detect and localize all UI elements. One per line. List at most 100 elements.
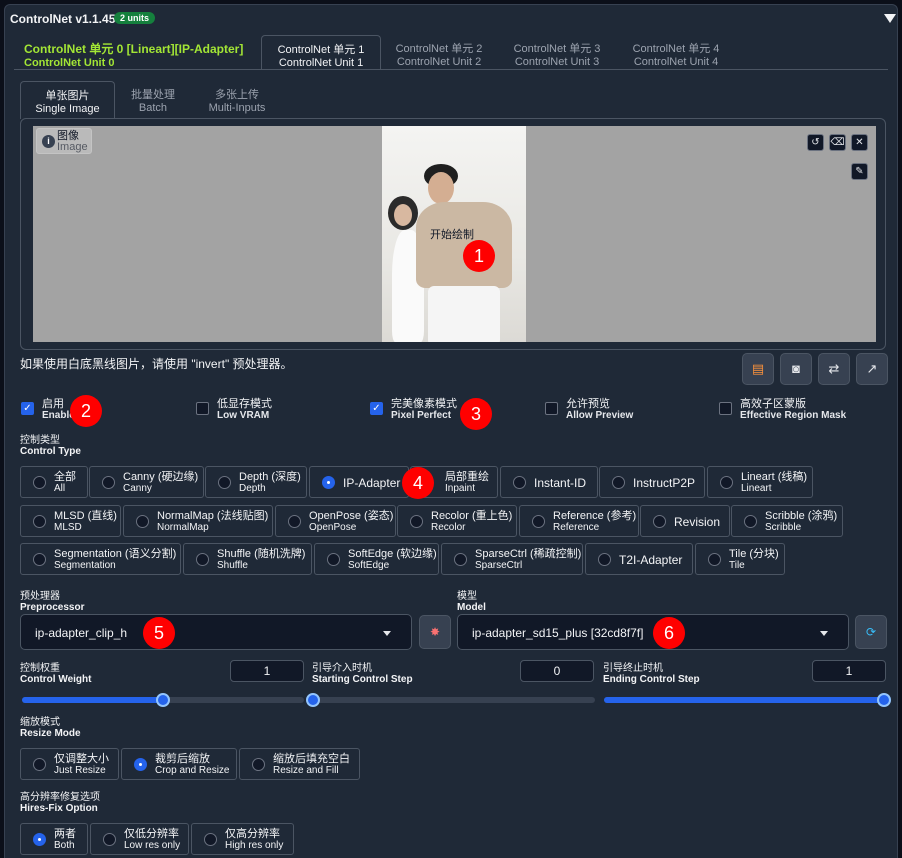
enable-checkbox[interactable]: ✓ [21, 402, 34, 415]
control-type-mlsd-zh: MLSD (直线) [54, 510, 117, 522]
camera-button[interactable]: ◙ [780, 353, 812, 385]
tab-unit-3[interactable]: ControlNet 单元 3 ControlNet Unit 3 [503, 43, 611, 69]
control-type-openpose[interactable]: OpenPose (姿态) OpenPose [275, 505, 396, 537]
control-type-t2i-adapter[interactable]: T2I-Adapter [585, 543, 693, 575]
tab-unit-2-en: ControlNet Unit 2 [396, 56, 482, 68]
brush-icon[interactable]: ✎ [851, 163, 868, 180]
model-value: ip-adapter_sd15_plus [32cd8f7f] [472, 626, 644, 640]
tab-unit-3-en: ControlNet Unit 3 [514, 56, 600, 68]
control-type-lineart[interactable]: Lineart (线稿) Lineart [707, 466, 813, 498]
control-type-sparsectrl[interactable]: SparseCtrl (稀疏控制) SparseCtrl [441, 543, 583, 575]
control-type-softedge[interactable]: SoftEdge (软边缘) SoftEdge [314, 543, 439, 575]
enable-label-zh: 启用 [42, 398, 64, 410]
radio-dot [33, 515, 46, 528]
allow-preview-checkbox[interactable] [545, 402, 558, 415]
ending-step-input[interactable]: 1 [812, 660, 886, 682]
hires-low-res-only-en: Low res only [124, 840, 181, 851]
tab-unit-0[interactable]: ControlNet 单元 0 [Lineart][IP-Adapter] Co… [24, 43, 256, 70]
control-type-shuffle-text: Shuffle (随机洗牌) Shuffle [217, 549, 305, 572]
control-type-shuffle[interactable]: Shuffle (随机洗牌) Shuffle [183, 543, 312, 575]
resize-crop-and-resize[interactable]: 裁剪后缩放 Crop and Resize [121, 748, 237, 780]
slider-thumb[interactable] [877, 693, 891, 707]
control-type-tile[interactable]: Tile (分块) Tile [695, 543, 785, 575]
control-type-canny[interactable]: Canny (硬边缘) Canny [89, 466, 204, 498]
control-type-recolor[interactable]: Recolor (重上色) Recolor [397, 505, 517, 537]
tab-unit-2[interactable]: ControlNet 单元 2 ControlNet Unit 2 [385, 43, 493, 69]
swap-button[interactable]: ⇄ [818, 353, 850, 385]
control-type-reference[interactable]: Reference (参考) Reference [519, 505, 639, 537]
control-type-instructp2p[interactable]: InstructP2P [599, 466, 705, 498]
radio-dot [204, 833, 217, 846]
control-weight-slider[interactable] [22, 693, 304, 707]
tab-unit-4[interactable]: ControlNet 单元 4 ControlNet Unit 4 [622, 43, 730, 69]
control-type-ip-adapter[interactable]: IP-Adapter [309, 466, 409, 498]
control-weight-label-en: Control Weight [20, 674, 92, 685]
radio-dot [327, 553, 340, 566]
control-type-revision[interactable]: Revision [640, 505, 730, 537]
panel-title[interactable]: ControlNet v1.1.455 [10, 12, 122, 26]
send-dimensions-button[interactable]: ↗ [856, 353, 888, 385]
control-type-reference-zh: Reference (参考) [553, 510, 637, 522]
effective-region-mask-checkbox[interactable] [719, 402, 732, 415]
control-type-openpose-zh: OpenPose (姿态) [309, 510, 394, 522]
control-type-sparsectrl-zh: SparseCtrl (稀疏控制) [475, 548, 582, 560]
start-drawing-text[interactable]: 开始绘制 [430, 226, 474, 242]
collapse-arrow-icon[interactable] [884, 14, 896, 23]
tab-multi-inputs[interactable]: 多张上传 Multi-Inputs [198, 89, 276, 115]
preprocessor-dropdown[interactable]: ip-adapter_clip_h [20, 614, 412, 650]
radio-dot [136, 515, 149, 528]
radio-dot [134, 758, 147, 771]
refresh-models-button[interactable]: ⟳ [855, 615, 887, 649]
hires-both-en: Both [54, 840, 75, 851]
resize-mode-label-en: Resize Mode [20, 728, 81, 739]
tab-unit-2-zh: ControlNet 单元 2 [395, 43, 483, 55]
tab-single-image[interactable]: 单张图片 Single Image [20, 81, 115, 119]
slider-thumb[interactable] [306, 693, 320, 707]
control-type-all[interactable]: 全部 All [20, 466, 88, 498]
low-vram-checkbox[interactable] [196, 402, 209, 415]
radio-dot [708, 553, 721, 566]
resize-mode-label: 缩放模式 Resize Mode [20, 717, 81, 739]
control-type-lineart-en: Lineart [741, 483, 772, 494]
control-weight-label-zh: 控制权重 [20, 663, 60, 674]
radio-dot [454, 553, 467, 566]
swap-arrows-icon: ⇄ [828, 361, 840, 376]
control-type-normalmap[interactable]: NormalMap (法线贴图) NormalMap [123, 505, 273, 537]
hires-high-res-only[interactable]: 仅高分辨率 High res only [191, 823, 294, 855]
control-type-depth[interactable]: Depth (深度) Depth [205, 466, 307, 498]
control-type-segmentation[interactable]: Segmentation (语义分割) Segmentation [20, 543, 181, 575]
control-type-mlsd[interactable]: MLSD (直线) MLSD [20, 505, 121, 537]
control-type-instant-id[interactable]: Instant-ID [500, 466, 598, 498]
hires-high-res-only-zh: 仅高分辨率 [225, 828, 280, 840]
close-icon[interactable]: ✕ [851, 134, 868, 151]
eraser-icon[interactable]: ⌫ [829, 134, 846, 151]
allow-preview-label: 允许预览 Allow Preview [566, 399, 633, 422]
resize-just-resize[interactable]: 仅调整大小 Just Resize [20, 748, 119, 780]
undo-icon[interactable]: ↺ [807, 134, 824, 151]
control-type-revision-text: Revision [674, 515, 721, 529]
hires-low-res-only-zh: 仅低分辨率 [124, 828, 179, 840]
pixel-perfect-checkbox[interactable]: ✓ [370, 402, 383, 415]
hires-both[interactable]: 两者 Both [20, 823, 88, 855]
slider-thumb[interactable] [156, 693, 170, 707]
hires-low-res-only[interactable]: 仅低分辨率 Low res only [90, 823, 189, 855]
control-type-scribble[interactable]: Scribble (涂鸦) Scribble [731, 505, 843, 537]
ending-step-slider[interactable] [604, 693, 891, 707]
tab-unit-4-en: ControlNet Unit 4 [633, 56, 719, 68]
image-label-en: Image [57, 141, 88, 153]
control-weight-input[interactable]: 1 [230, 660, 304, 682]
control-type-scribble-en: Scribble [765, 522, 802, 533]
control-type-tile-zh: Tile (分块) [729, 548, 779, 560]
hires-fix-label-zh: 高分辨率修复选项 [20, 792, 100, 803]
tab-unit-1[interactable]: ControlNet 单元 1 ControlNet Unit 1 [261, 35, 381, 70]
starting-step-slider[interactable] [306, 693, 595, 707]
control-type-lineart-text: Lineart (线稿) Lineart [741, 472, 807, 495]
starting-step-input[interactable]: 0 [520, 660, 594, 682]
resize-resize-and-fill[interactable]: 缩放后填充空白 Resize and Fill [239, 748, 360, 780]
preprocessor-label-en: Preprocessor [20, 602, 85, 613]
control-type-all-en: All [54, 483, 66, 494]
run-preprocessor-button[interactable]: ✸ [419, 615, 451, 649]
tab-batch[interactable]: 批量处理 Batch [118, 89, 188, 115]
man-sweater [416, 202, 512, 288]
open-file-button[interactable]: ▤ [742, 353, 774, 385]
